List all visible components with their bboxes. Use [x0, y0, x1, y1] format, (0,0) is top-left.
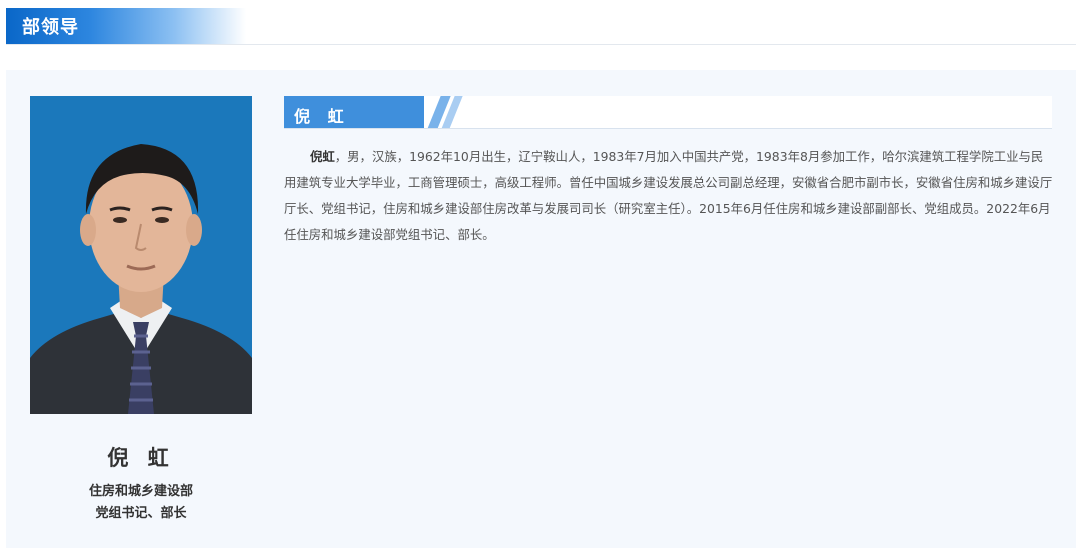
leader-panel: 倪 虹 住房和城乡建设部 党组书记、部长 倪 虹 倪虹，男，汉族，1962年10… [6, 70, 1076, 548]
bio-divider [284, 128, 1052, 129]
bio-body: ，男，汉族，1962年10月出生，辽宁鞍山人，1983年7月加入中国共产党，19… [284, 149, 1053, 242]
profile-name: 倪 虹 [107, 446, 175, 470]
portrait-photo [30, 96, 252, 414]
bio-paragraph: 倪虹，男，汉族，1962年10月出生，辽宁鞍山人，1983年7月加入中国共产党，… [284, 144, 1054, 248]
profile-organization: 住房和城乡建设部 [88, 484, 193, 499]
profile-position: 党组书记、部长 [95, 506, 187, 521]
section-header: 部领导 [0, 0, 1080, 46]
bio-lead-name: 倪虹 [310, 149, 335, 164]
bio-heading: 倪 虹 [294, 107, 350, 126]
bio-header: 倪 虹 [284, 96, 1052, 129]
section-title: 部领导 [22, 17, 79, 38]
section-divider [6, 44, 1076, 45]
